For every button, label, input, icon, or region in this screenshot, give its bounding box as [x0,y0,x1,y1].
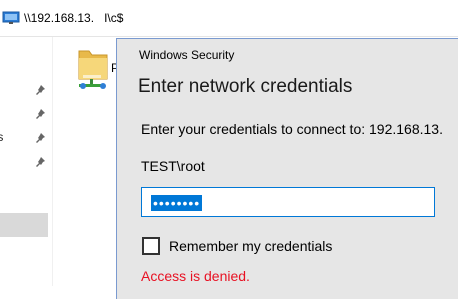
password-field[interactable]: •••••••• [141,187,435,217]
remember-credentials-checkbox[interactable] [142,237,160,255]
password-value[interactable]: •••••••• [151,195,203,211]
folder-content: P [53,37,119,286]
error-message: Access is denied. [141,268,250,284]
dialog-prompt: Enter your credentials to connect to: 19… [141,121,443,137]
nav-item-selected[interactable] [0,213,48,237]
pin-icon[interactable] [34,132,46,144]
nav-item-label[interactable]: ts [0,130,3,144]
address-bar[interactable]: \\192.168.13. I\c$ [0,0,458,37]
network-computer-icon [2,11,20,24]
windows-security-dialog: Windows Security Enter network credentia… [116,38,458,299]
username-display: TEST\root [141,158,205,174]
pin-icon[interactable] [34,84,46,96]
network-share-folder-icon[interactable] [75,45,111,91]
remember-credentials-label[interactable]: Remember my credentials [169,238,332,255]
dialog-caption: Windows Security [139,48,235,62]
pin-icon[interactable] [34,156,46,168]
navigation-pane: s s ts [0,37,53,286]
address-path[interactable]: \\192.168.13. I\c$ [24,11,123,25]
pin-icon[interactable] [34,108,46,120]
dialog-title: Enter network credentials [138,76,353,97]
